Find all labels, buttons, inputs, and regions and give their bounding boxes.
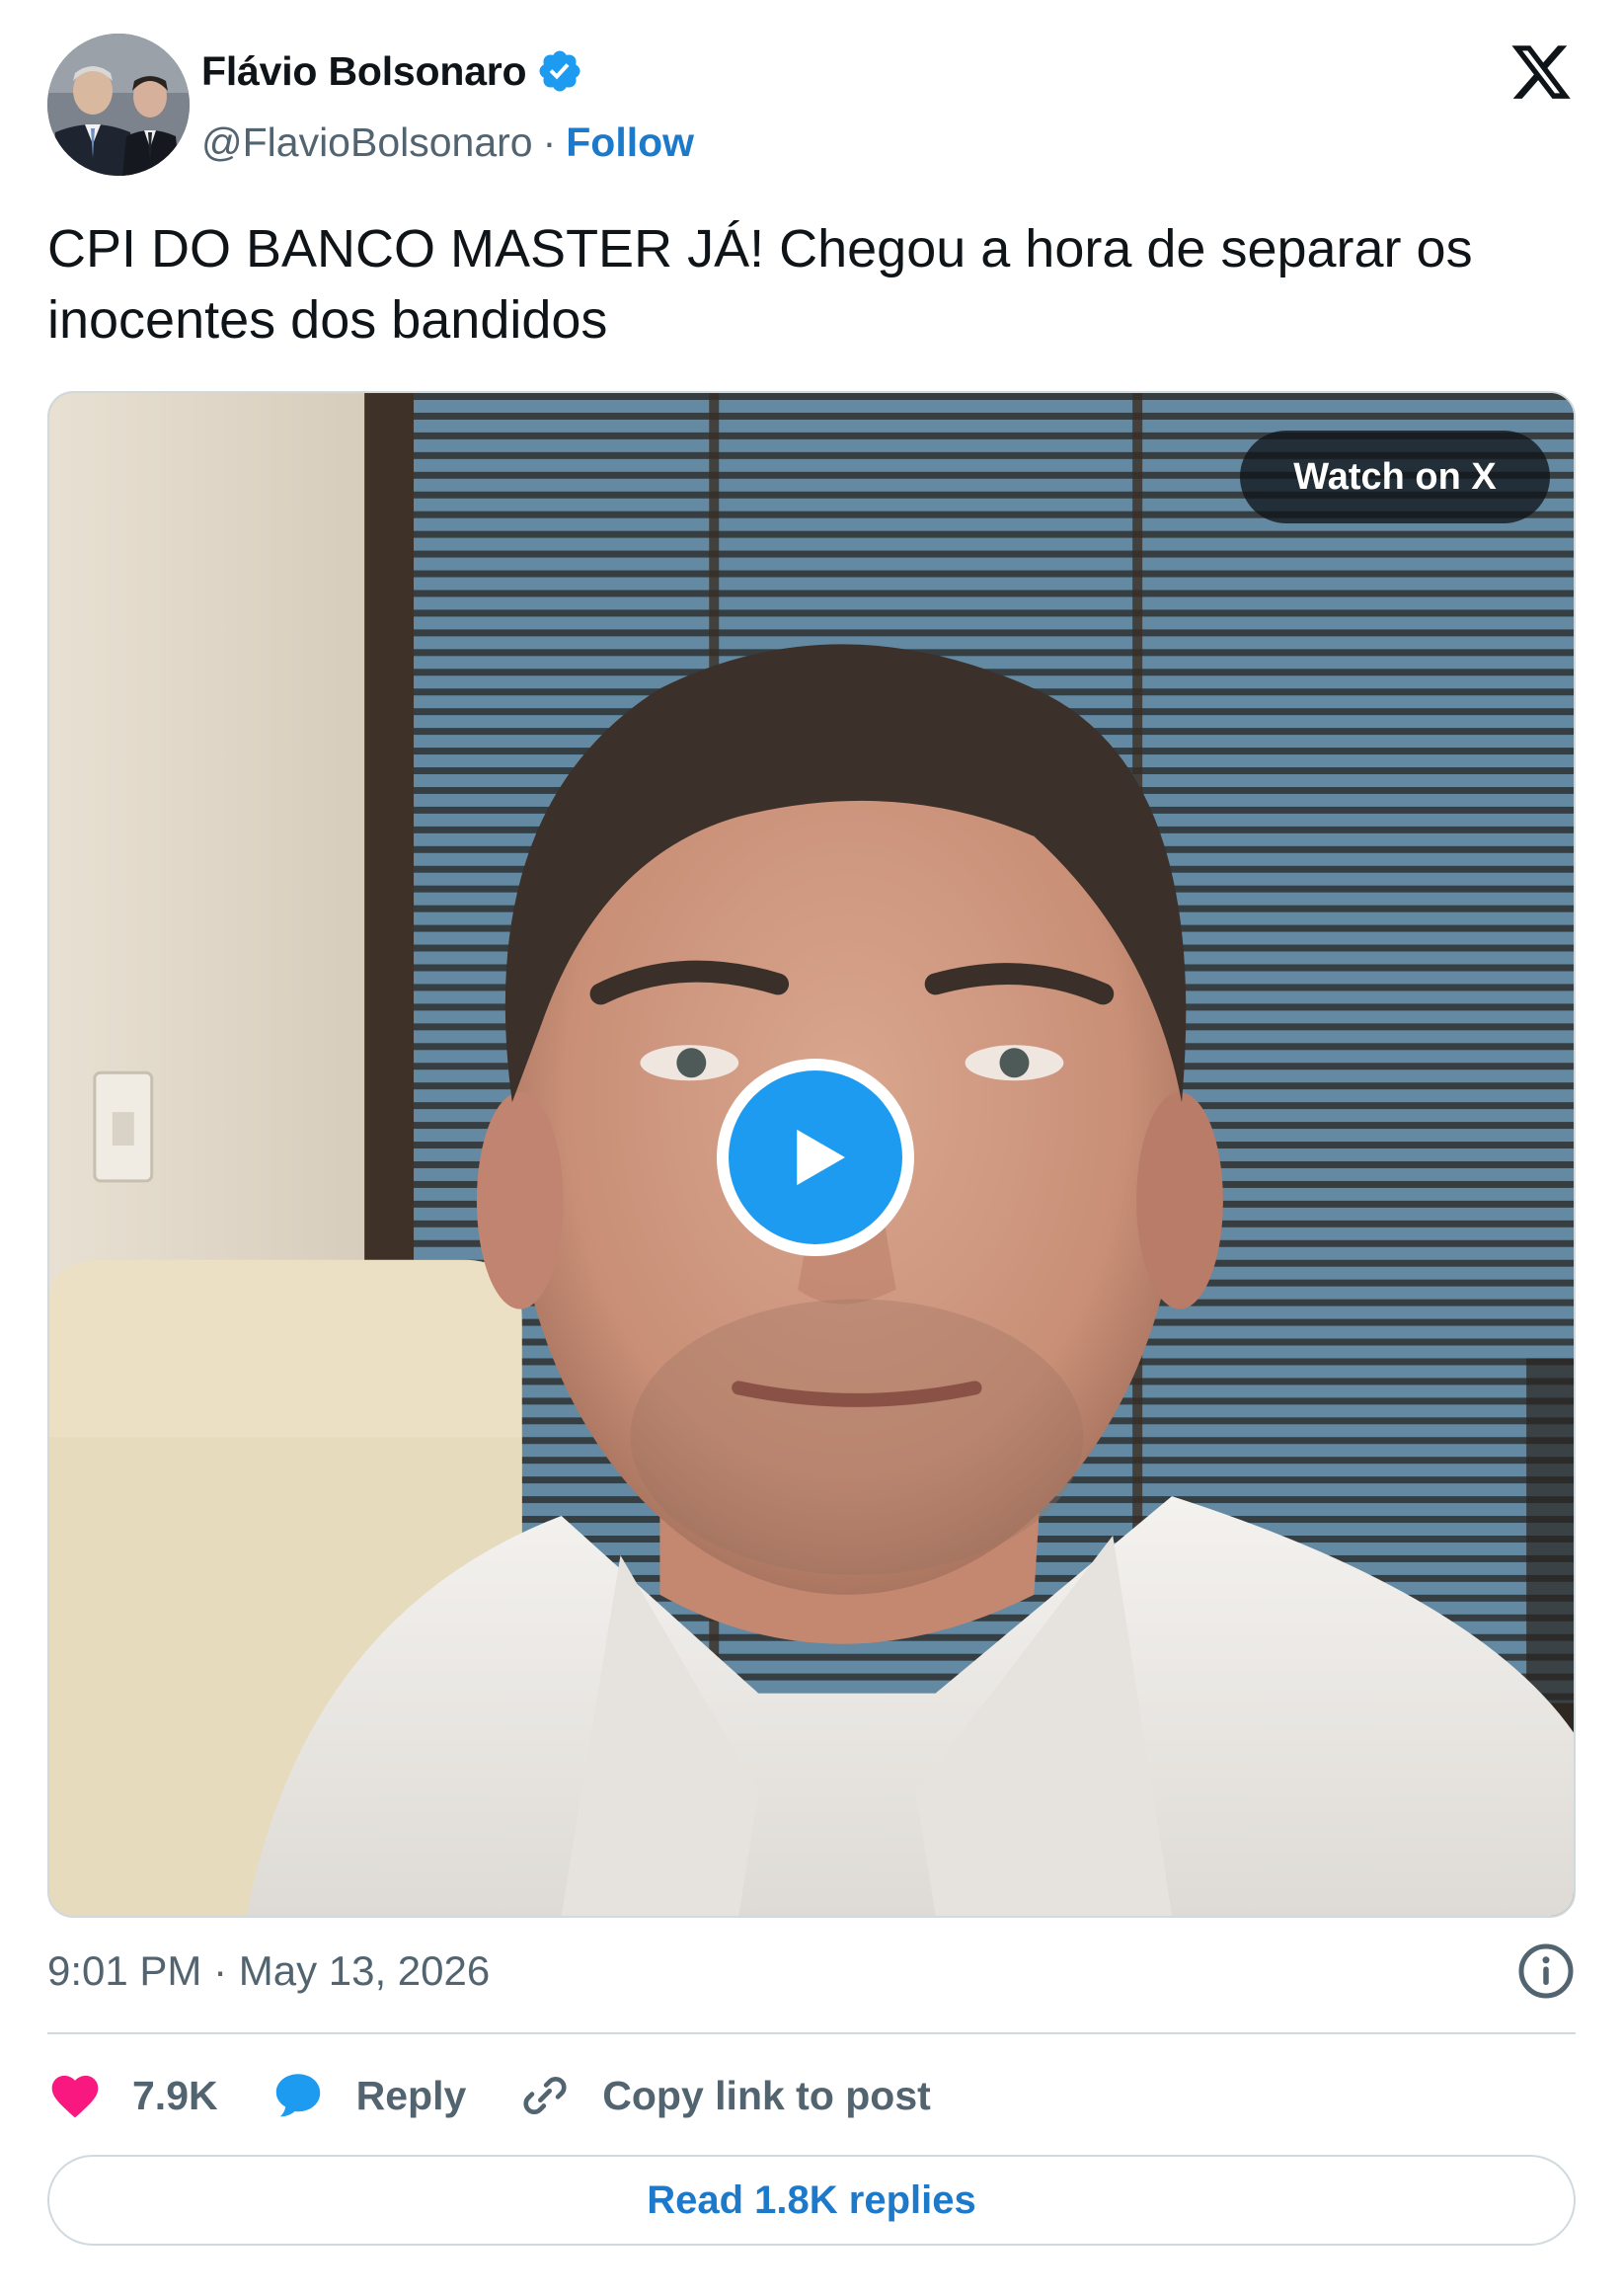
- separator-dot: ·: [542, 119, 557, 165]
- play-icon: [797, 1129, 845, 1186]
- video-player[interactable]: Watch on X: [47, 391, 1576, 1918]
- avatar-image: [47, 34, 190, 176]
- like-button[interactable]: 7.9K: [47, 2068, 218, 2123]
- play-button-inner: [729, 1070, 902, 1244]
- link-icon: [523, 2076, 567, 2115]
- follow-button[interactable]: Follow: [566, 119, 694, 166]
- tweet-header: Flávio Bolsonaro @FlavioBolsonaro · Foll…: [47, 34, 1576, 182]
- display-name[interactable]: Flávio Bolsonaro: [201, 48, 527, 95]
- copy-link-button[interactable]: Copy link to post: [517, 2068, 931, 2123]
- divider: [47, 2032, 1576, 2034]
- author-handle[interactable]: @FlavioBolsonaro: [201, 119, 533, 166]
- tweet-text: CPI DO BANCO MASTER JÁ! Chegou a hora de…: [47, 219, 1473, 350]
- verified-badge-icon: [539, 50, 580, 92]
- tweet-embed-card: Flávio Bolsonaro @FlavioBolsonaro · Foll…: [0, 0, 1623, 2296]
- copy-link-label: Copy link to post: [602, 2072, 931, 2118]
- avatar[interactable]: [47, 34, 190, 176]
- action-bar: 7.9K Reply Copy link to post: [47, 2064, 982, 2127]
- heart-icon: [51, 2075, 99, 2118]
- post-timestamp[interactable]: 9:01 PM · May 13, 2026: [47, 1947, 490, 1995]
- timestamp-row: 9:01 PM · May 13, 2026: [47, 1941, 1576, 2005]
- reply-label: Reply: [355, 2072, 467, 2118]
- handle-row: @FlavioBolsonaro · Follow: [201, 113, 694, 172]
- x-logo-icon[interactable]: [1507, 40, 1576, 105]
- read-replies-button[interactable]: Read 1.8K replies: [47, 2155, 1576, 2246]
- like-count: 7.9K: [132, 2072, 218, 2118]
- reply-bubble-icon: [275, 2074, 320, 2117]
- play-button[interactable]: [717, 1059, 914, 1256]
- info-icon[interactable]: [1516, 1941, 1576, 2001]
- watch-on-x-button[interactable]: Watch on X: [1240, 431, 1550, 523]
- name-row: Flávio Bolsonaro: [201, 41, 583, 101]
- reply-button[interactable]: Reply: [270, 2067, 467, 2124]
